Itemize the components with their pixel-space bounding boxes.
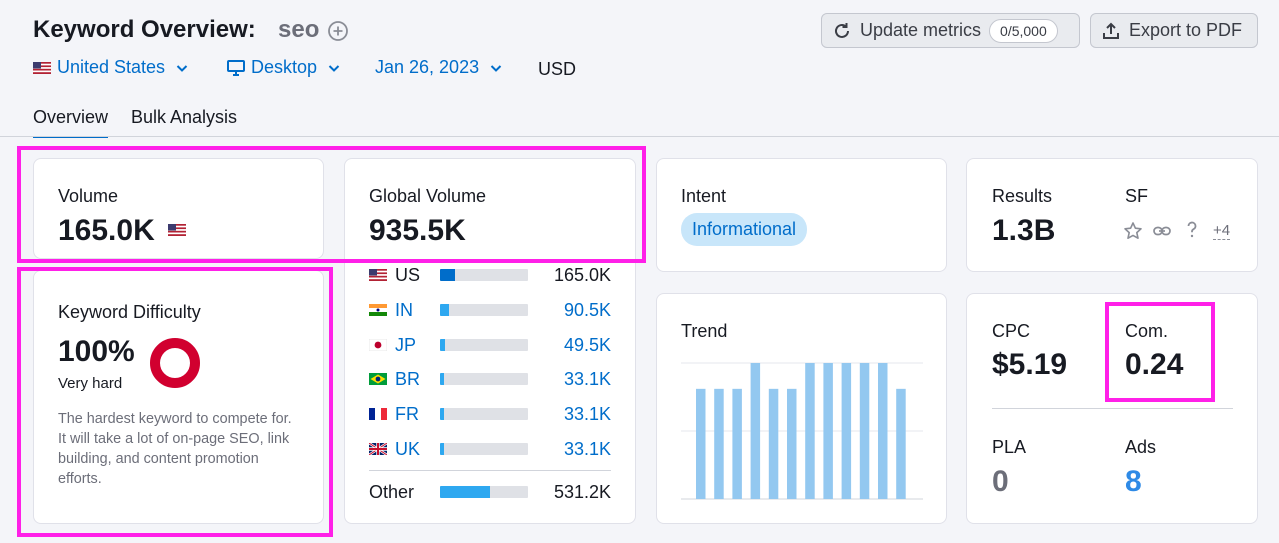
date-filter-label: Jan 26, 2023 [375, 57, 480, 77]
sf-more[interactable]: +4 [1213, 222, 1231, 240]
country-volume[interactable]: 33.1K [564, 369, 611, 390]
upload-icon [1103, 22, 1119, 39]
country-row-other: Other 531.2K [369, 481, 611, 503]
country-code: JP [395, 334, 417, 355]
device-filter[interactable]: Desktop [227, 57, 341, 78]
country-row-in[interactable]: IN 90.5K [369, 299, 611, 321]
ads-value[interactable]: 8 [1125, 465, 1142, 499]
country-code: Other [369, 481, 415, 502]
country-share-bar [440, 339, 528, 351]
country-volume: 531.2K [553, 481, 611, 502]
trend-bar [768, 388, 779, 499]
japan-flag-icon [369, 339, 387, 351]
trend-bar [696, 388, 706, 499]
country-code: FR [395, 403, 419, 424]
star-icon[interactable] [1123, 221, 1143, 241]
tab-overview[interactable]: Overview [33, 107, 109, 138]
country-code: UK [395, 438, 421, 459]
trend-bar [823, 363, 833, 499]
chevron-down-icon [176, 64, 188, 72]
country-share-bar [440, 269, 528, 281]
country-code: IN [395, 299, 413, 320]
country-share-bar [440, 304, 528, 316]
india-flag-icon [369, 304, 387, 316]
trend-label: Trend [681, 321, 728, 341]
us-flag-icon [33, 61, 51, 74]
country-volume[interactable]: 33.1K [564, 439, 611, 460]
country-volume: 165.0K [553, 264, 611, 285]
trend-bar [805, 363, 815, 499]
highlight-box [1105, 302, 1215, 402]
trend-bar [841, 363, 852, 499]
trend-bar [714, 388, 724, 499]
date-filter[interactable]: Jan 26, 2023 [375, 57, 503, 78]
country-row-fr[interactable]: FR 33.1K [369, 403, 611, 425]
us-flag-icon [369, 269, 387, 281]
uk-flag-icon [369, 443, 387, 455]
tab-bulk-analysis[interactable]: Bulk Analysis [131, 107, 237, 128]
cpc-value: $5.19 [992, 348, 1068, 381]
france-flag-icon [369, 408, 387, 420]
pla-value: 0 [992, 465, 1009, 498]
chevron-down-icon [328, 64, 340, 72]
country-volume[interactable]: 49.5K [564, 335, 611, 356]
divider [992, 408, 1233, 409]
cpc-label: CPC [992, 321, 1031, 341]
results-label: Results [992, 186, 1053, 206]
country-share-bar [440, 443, 528, 455]
country-code: US [395, 264, 421, 285]
update-metrics-label: Update metrics [860, 20, 982, 40]
highlight-box [17, 146, 646, 263]
country-code: BR [395, 368, 421, 389]
country-share-bar [440, 486, 528, 498]
trend-bar [896, 388, 906, 499]
page-title: Keyword Overview: [33, 16, 256, 43]
intent-label: Intent [681, 186, 727, 206]
results-value: 1.3B [992, 214, 1056, 247]
country-volume[interactable]: 33.1K [564, 404, 611, 425]
country-row-br[interactable]: BR 33.1K [369, 368, 611, 390]
desktop-icon [227, 59, 245, 76]
export-pdf-label: Export to PDF [1129, 20, 1243, 40]
trend-chart [681, 362, 923, 500]
export-pdf-button[interactable]: Export to PDF [1090, 13, 1258, 48]
chevron-down-icon [490, 64, 502, 72]
country-row-us[interactable]: US 165.0K [369, 264, 611, 286]
tab-divider [0, 136, 1279, 137]
trend-bar [787, 388, 797, 499]
country-share-bar [440, 408, 528, 420]
brazil-flag-icon [369, 373, 387, 385]
update-metrics-button[interactable]: Update metrics 0/5,000 [821, 13, 1080, 48]
country-filter-label: United States [57, 57, 166, 77]
link-icon[interactable] [1152, 221, 1172, 241]
pla-label: PLA [992, 437, 1027, 457]
metrics-counter: 0/5,000 [989, 18, 1058, 43]
country-share-bar [440, 373, 528, 385]
country-volume[interactable]: 90.5K [564, 300, 611, 321]
country-filter[interactable]: United States [33, 57, 189, 78]
country-row-uk[interactable]: UK 33.1K [369, 438, 611, 460]
divider [369, 470, 611, 471]
trend-bar [750, 363, 761, 499]
intent-badge: Informational [681, 213, 808, 246]
refresh-icon [835, 22, 849, 38]
highlight-box [17, 267, 333, 537]
device-filter-label: Desktop [251, 57, 318, 77]
ads-label: Ads [1125, 437, 1157, 457]
page-keyword: seo [278, 16, 320, 43]
question-icon[interactable] [1182, 219, 1202, 239]
trend-bar [878, 363, 888, 499]
country-row-jp[interactable]: JP 49.5K [369, 334, 611, 356]
sf-label: SF [1125, 186, 1149, 206]
trend-bar [732, 388, 742, 499]
currency-label: USD [538, 59, 577, 79]
trend-bar [859, 363, 870, 499]
add-keyword-icon[interactable] [327, 20, 349, 42]
